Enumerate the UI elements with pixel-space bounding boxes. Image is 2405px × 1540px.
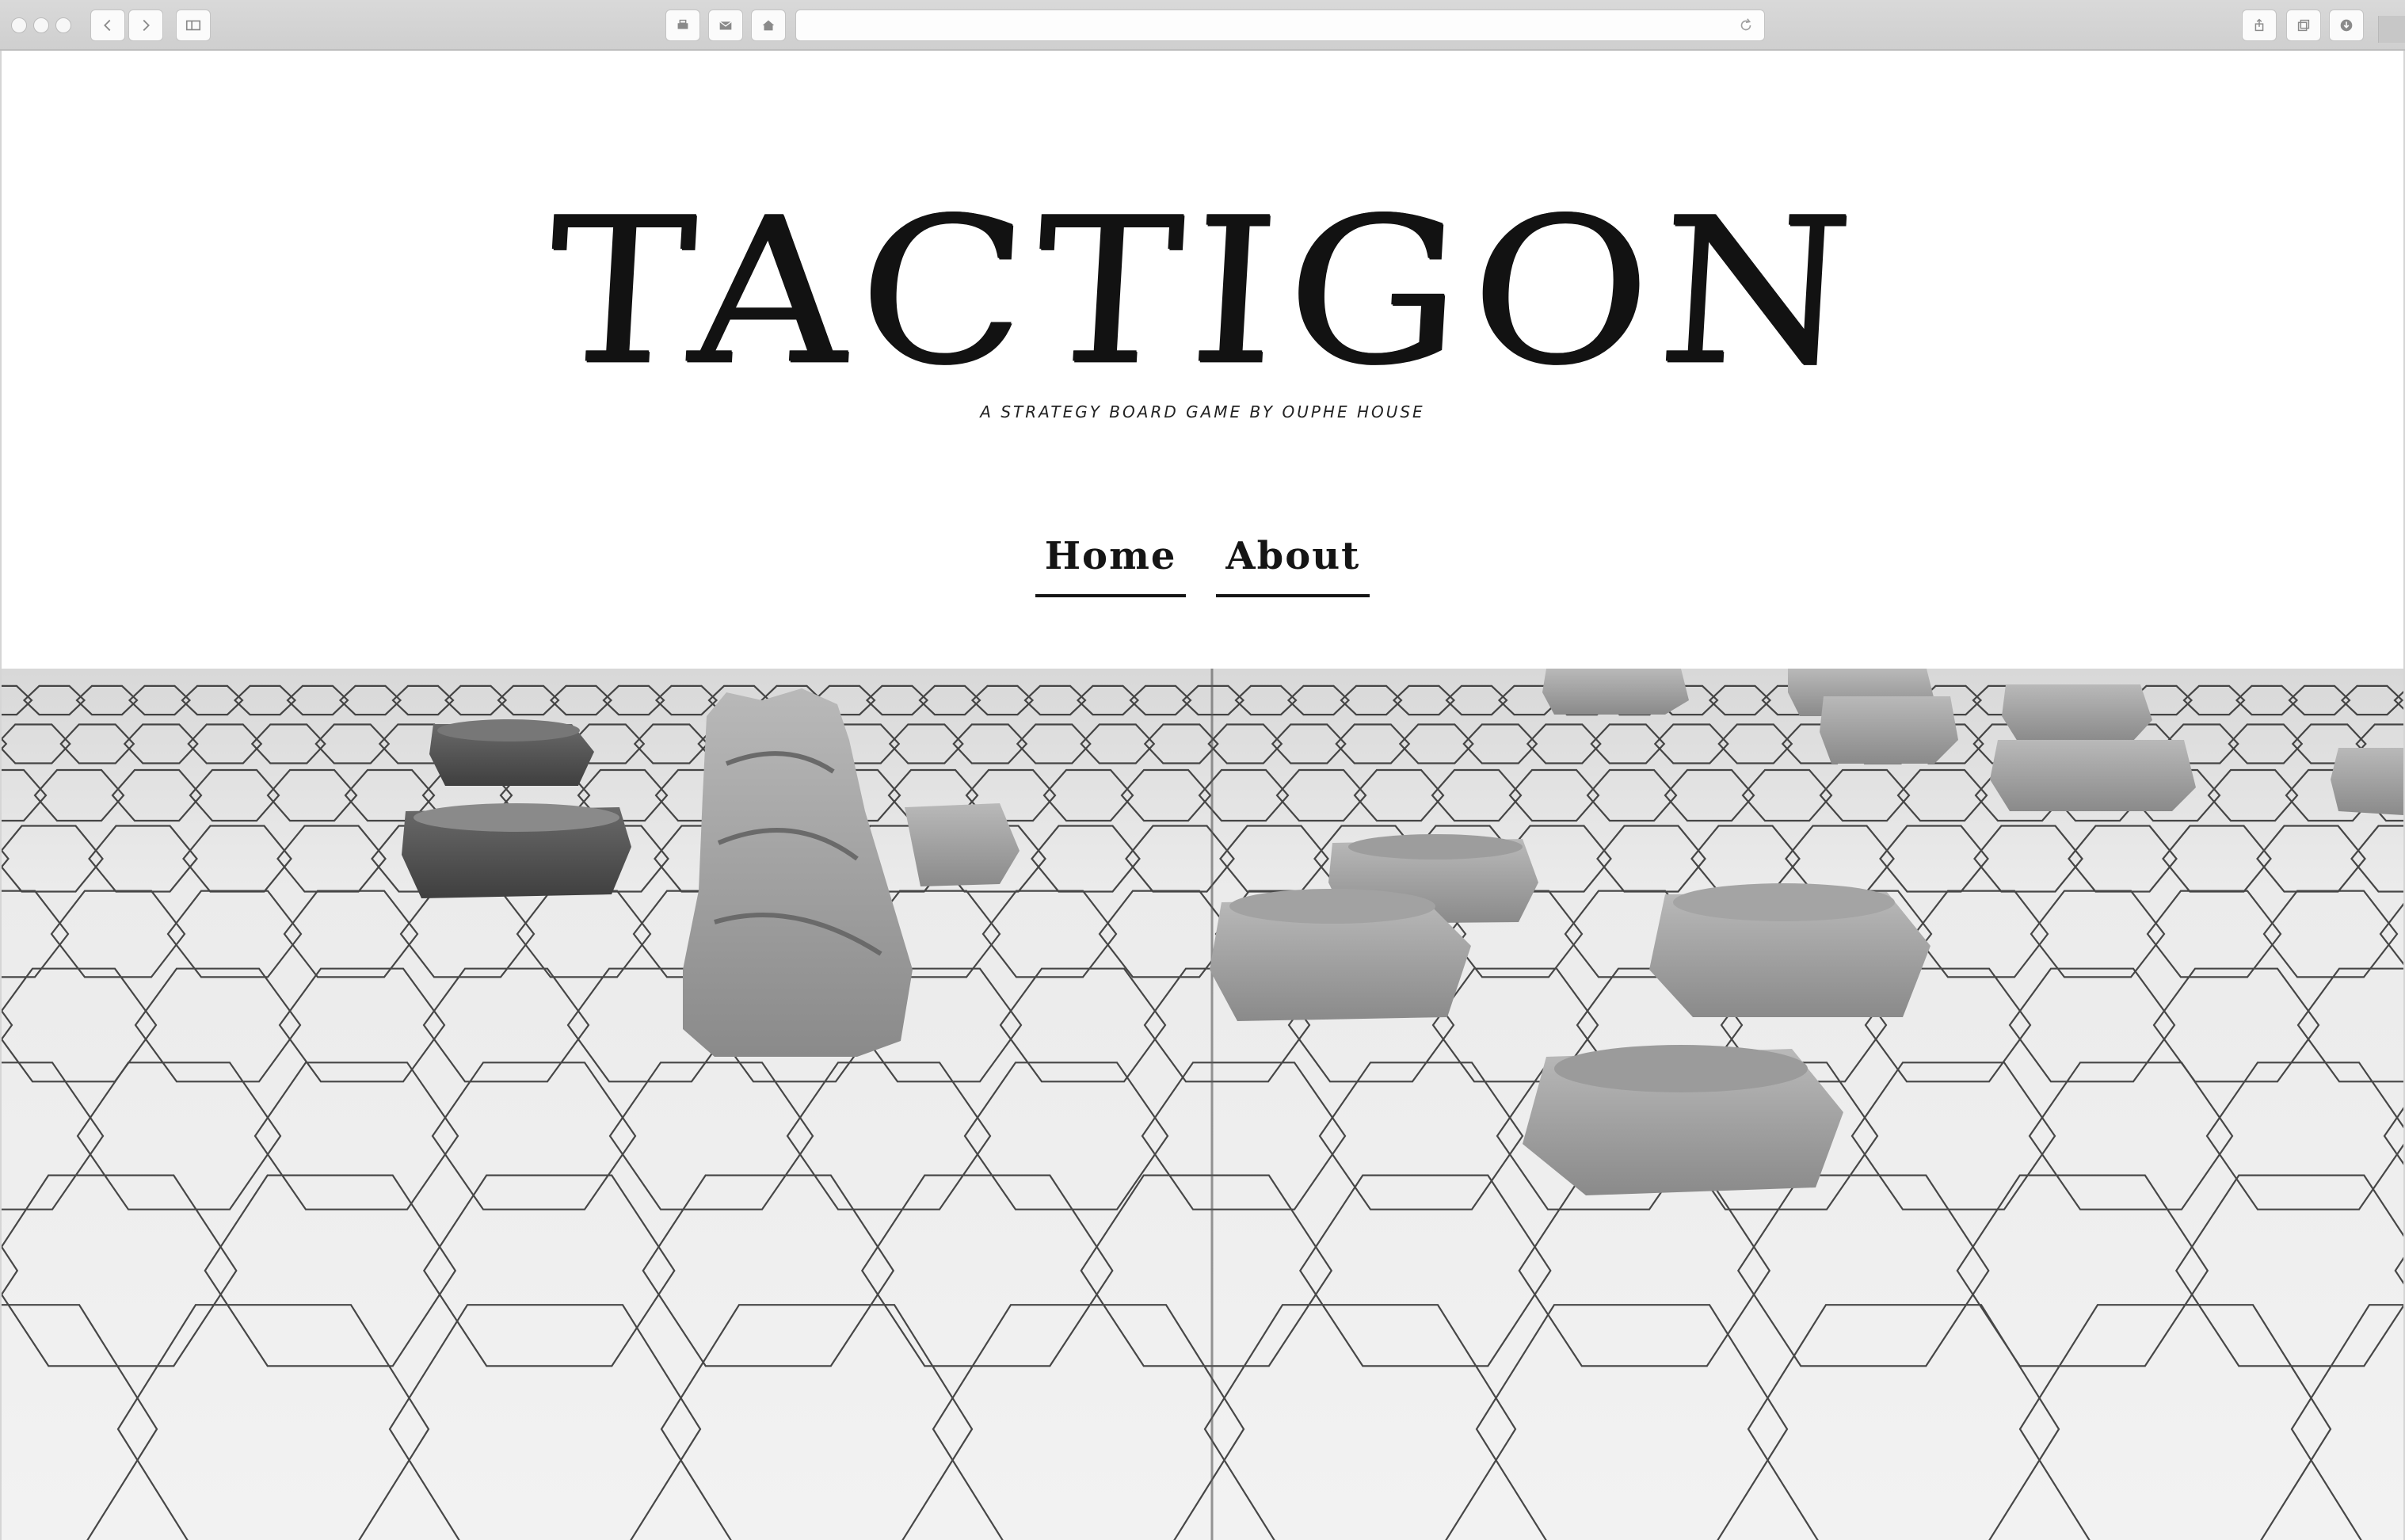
close-window-dot[interactable]: [11, 17, 27, 33]
home-button[interactable]: [751, 10, 786, 41]
minimize-window-dot[interactable]: [33, 17, 49, 33]
reload-icon[interactable]: [1737, 17, 1755, 34]
tabs-button[interactable]: [2286, 10, 2321, 41]
site-header: TACTIGON A STRATEGY BOARD GAME BY OUPHE …: [2, 51, 2403, 670]
board-photo: [2, 669, 2403, 1540]
site-title: TACTIGON: [541, 174, 1867, 410]
hero-image: [2, 669, 2403, 1540]
mail-icon: [719, 21, 732, 30]
sidebar-icon: [185, 20, 201, 31]
site-tagline: A STRATEGY BOARD GAME BY OUPHE HOUSE: [980, 402, 1425, 421]
new-tab-corner[interactable]: [2378, 16, 2405, 43]
home-icon: [762, 20, 775, 31]
game-piece: [1210, 889, 1471, 1021]
window-controls[interactable]: [11, 17, 71, 33]
forward-button[interactable]: [128, 10, 163, 41]
forward-icon: [143, 19, 150, 32]
game-piece: [1523, 1045, 1843, 1195]
back-icon: [104, 19, 111, 32]
share-button[interactable]: [2242, 10, 2277, 41]
game-piece: [429, 719, 594, 786]
main-navigation: Home About: [2, 526, 2403, 597]
mail-button[interactable]: [708, 10, 743, 41]
web-page: TACTIGON A STRATEGY BOARD GAME BY OUPHE …: [0, 51, 2405, 1540]
game-piece: [905, 803, 1020, 886]
nav-about-link[interactable]: About: [1216, 526, 1370, 597]
print-icon: [677, 19, 688, 29]
download-icon: [2340, 19, 2353, 32]
tabs-icon: [2297, 19, 2310, 32]
sidebar-button[interactable]: [176, 10, 211, 41]
address-bar[interactable]: [795, 10, 1765, 41]
downloads-button[interactable]: [2329, 10, 2364, 41]
site-logo[interactable]: TACTIGON: [541, 154, 1867, 431]
zoom-window-dot[interactable]: [55, 17, 71, 33]
browser-toolbar: [0, 0, 2405, 51]
share-icon: [2254, 18, 2264, 32]
back-button[interactable]: [90, 10, 125, 41]
game-piece: [1649, 883, 1930, 1017]
print-button[interactable]: [665, 10, 700, 41]
nav-home-link[interactable]: Home: [1035, 526, 1187, 597]
game-piece: [402, 803, 631, 898]
